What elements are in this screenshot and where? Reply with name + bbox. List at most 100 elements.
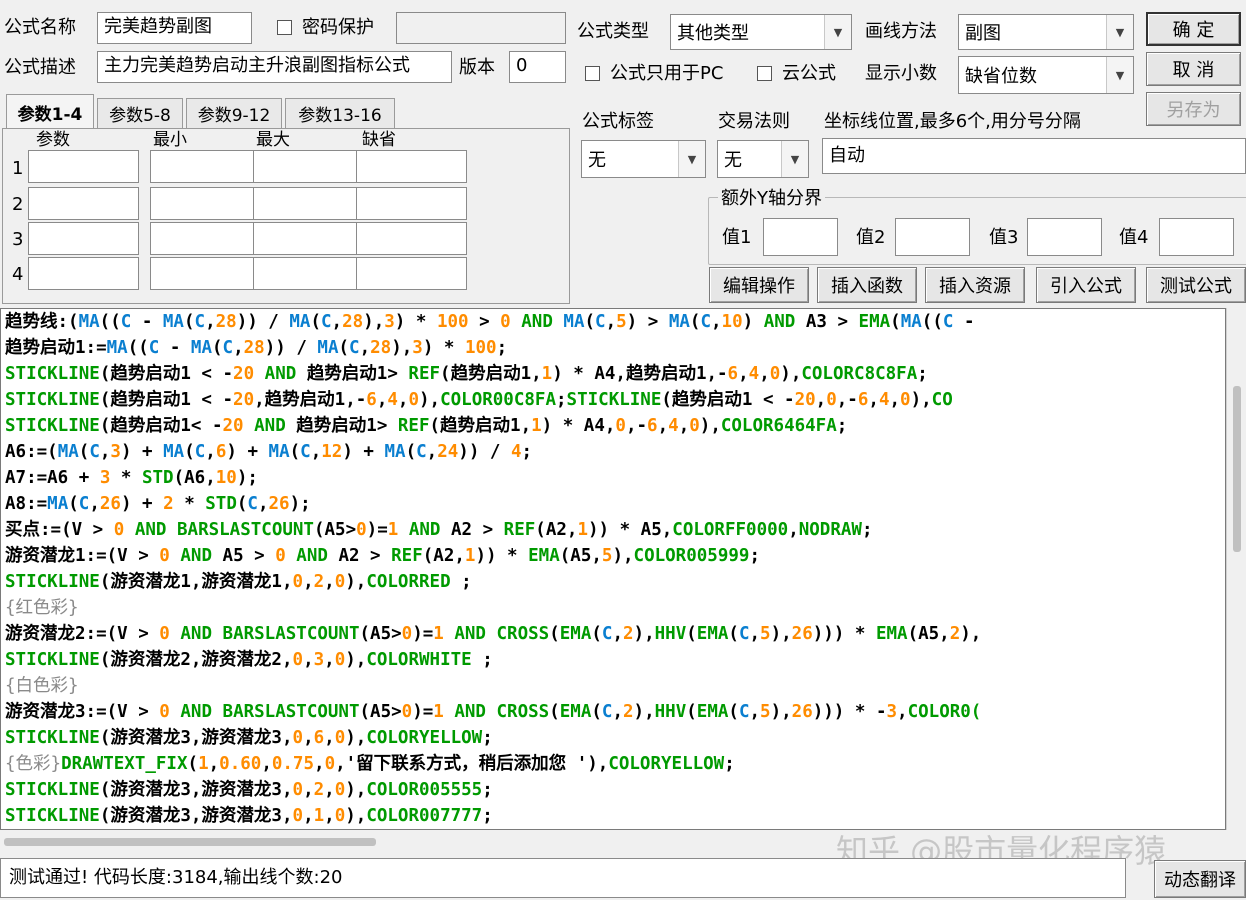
test-formula-button[interactable]: 测试公式 (1146, 267, 1246, 303)
version-label: 版本 (459, 57, 495, 78)
code-token: C (416, 442, 427, 462)
chevron-down-icon[interactable]: ▼ (678, 141, 705, 177)
code-token: ), (391, 338, 413, 358)
import-formula-button[interactable]: 引入公式 (1036, 267, 1136, 303)
code-line: STICKLINE(趋势启动1< -20 AND 趋势启动1> REF(趋势启动… (5, 413, 847, 439)
formula-name-input[interactable]: 完美趋势副图 (97, 12, 252, 44)
chevron-down-icon[interactable]: ▼ (781, 141, 808, 177)
chevron-down-icon[interactable]: ▼ (1106, 15, 1133, 49)
code-token: 3 (110, 442, 121, 462)
cloud-checkbox[interactable] (757, 66, 772, 81)
yaxis-value3-input[interactable] (1027, 218, 1102, 256)
code-token: STICKLINE (5, 806, 100, 826)
tab-params-1-4[interactable]: 参数1-4 (6, 94, 94, 130)
code-token: ) + (342, 442, 385, 462)
scrollbar-thumb[interactable] (4, 838, 376, 846)
code-token: (游资潜龙3,游资潜龙3, (99, 728, 293, 748)
code-token: STICKLINE (5, 416, 100, 436)
trade-rule-select[interactable]: 无 ▼ (717, 140, 809, 178)
code-editor[interactable]: 趋势线:(MA((C - MA(C,28)) / MA(C,28),3) * 1… (0, 308, 1226, 830)
save-as-button[interactable]: 另存为 (1146, 92, 1241, 126)
code-token: , (303, 572, 314, 592)
version-input[interactable]: 0 (509, 51, 566, 83)
password-checkbox[interactable] (277, 20, 292, 35)
param-max-input[interactable] (253, 257, 364, 290)
code-token: BARSLASTCOUNT (222, 624, 360, 644)
code-token: ,- (625, 416, 648, 436)
vertical-scrollbar[interactable] (1226, 308, 1246, 830)
axis-lines-input[interactable]: 自动 (822, 138, 1246, 174)
code-token: , (759, 364, 770, 384)
yaxis-value2-input[interactable] (895, 218, 970, 256)
scrollbar-thumb[interactable] (1233, 386, 1241, 552)
code-token: MA (317, 338, 339, 358)
code-token: 3 (313, 650, 325, 670)
code-line: A7:=A6 + 3 * STD(A6,10); (5, 465, 258, 491)
code-token: (游资潜龙1,游资潜龙1, (99, 572, 293, 592)
code-token: (A5> (313, 520, 357, 540)
param-header-max: 最大 (256, 130, 290, 150)
code-token: , (324, 806, 335, 826)
code-token: (A5, (559, 546, 602, 566)
password-input[interactable] (396, 12, 566, 44)
code-token: , (868, 390, 879, 410)
code-token: AND (753, 312, 806, 332)
edit-operation-button[interactable]: 编辑操作 (709, 267, 809, 303)
param-default-input[interactable] (356, 257, 467, 290)
param-max-input[interactable] (253, 187, 364, 220)
param-default-input[interactable] (356, 222, 467, 255)
code-token: ; (521, 442, 533, 462)
code-token: * (173, 494, 206, 514)
param-min-input[interactable] (150, 222, 261, 255)
formula-desc-input[interactable]: 主力完美趋势启动主升浪副图指标公式 (97, 51, 452, 83)
code-token: ,'留下联系方式，稍后添加您 '), (335, 754, 609, 774)
formula-type-select[interactable]: 其他类型 ▼ (670, 14, 852, 50)
code-token: )= (412, 702, 434, 722)
cancel-button[interactable]: 取 消 (1146, 52, 1241, 86)
code-token: C (78, 494, 90, 514)
code-token: MA (900, 312, 922, 332)
param-max-input[interactable] (253, 150, 364, 183)
code-token: , (324, 728, 335, 748)
param-max-input[interactable] (253, 222, 364, 255)
param-min-input[interactable] (150, 257, 261, 290)
param-name-input[interactable] (28, 257, 139, 290)
chevron-down-icon[interactable]: ▼ (1106, 57, 1133, 93)
param-min-input[interactable] (150, 187, 261, 220)
param-row-number: 3 (12, 229, 24, 250)
code-token: 4 (748, 364, 760, 384)
code-token: 0 (292, 780, 304, 800)
code-token: 0 (159, 546, 170, 566)
tab-params-9-12[interactable]: 参数9-12 (186, 98, 282, 128)
param-default-input[interactable] (356, 187, 467, 220)
code-token: , (612, 702, 623, 722)
code-token: 6 (215, 442, 227, 462)
code-token: ; (749, 546, 760, 566)
tab-params-5-8[interactable]: 参数5-8 (97, 98, 183, 128)
ok-button[interactable]: 确 定 (1146, 12, 1241, 46)
param-default-input[interactable] (356, 150, 467, 183)
formula-tag-select[interactable]: 无 ▼ (581, 140, 706, 178)
code-token: ) + (120, 494, 164, 514)
pc-only-checkbox[interactable] (585, 66, 600, 81)
draw-method-value: 副图 (965, 23, 1001, 44)
dynamic-translate-button[interactable]: 动态翻译 (1154, 860, 1246, 898)
param-name-input[interactable] (28, 187, 139, 220)
code-token: ( (549, 702, 560, 722)
param-min-input[interactable] (150, 150, 261, 183)
insert-resource-button[interactable]: 插入资源 (925, 267, 1025, 303)
tab-params-13-16[interactable]: 参数13-16 (285, 98, 395, 128)
param-name-input[interactable] (28, 222, 139, 255)
insert-function-button[interactable]: 插入函数 (817, 267, 917, 303)
code-token: 0 (334, 780, 346, 800)
draw-method-select[interactable]: 副图 ▼ (958, 14, 1134, 50)
code-token: , (99, 442, 111, 462)
decimals-select[interactable]: 缺省位数 ▼ (958, 56, 1134, 94)
param-name-input[interactable] (28, 150, 139, 183)
code-token: 0 (769, 364, 781, 384)
code-token: )) / (236, 312, 290, 332)
chevron-down-icon[interactable]: ▼ (824, 15, 851, 49)
yaxis-value4-input[interactable] (1159, 218, 1234, 256)
yaxis-value1-input[interactable] (763, 218, 838, 256)
code-line: 游资潜龙2:=(V > 0 AND BARSLASTCOUNT(A5>0)=1 … (5, 621, 981, 647)
